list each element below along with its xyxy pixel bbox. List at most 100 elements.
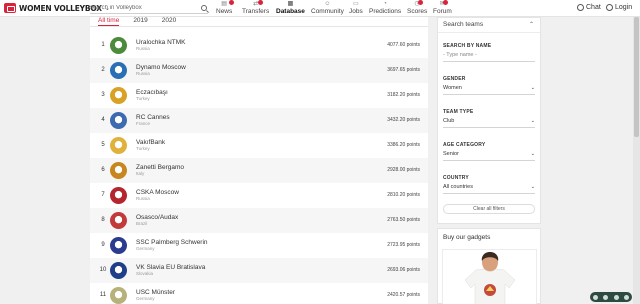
age-category-value: Senior [443,151,459,157]
team-name[interactable]: Eczacıbaşı [136,89,168,96]
age-category-select[interactable]: Senior ⌄ [443,151,535,161]
country-select[interactable]: All countries ⌄ [443,184,535,194]
search-box[interactable] [90,3,208,14]
team-crest-icon [110,62,127,79]
chevron-down-icon: ⌄ [530,184,535,190]
table-row[interactable]: 11 USC Münster Germany 2420.57 points [90,283,428,304]
rank-number: 1 [101,42,105,48]
tab-all-time[interactable]: All time [98,17,120,26]
tab-2019[interactable]: 2019 [133,17,147,26]
nav-transfers[interactable]: ⇄ Transfers [242,0,269,15]
table-row[interactable]: 8 Osasco/Audax Brazil 2763.50 points [90,208,428,233]
filter-label-name: SEARCH BY NAME [443,43,492,49]
team-name[interactable]: SSC Palmberg Schwerin [136,239,208,246]
user-icon [606,4,613,11]
rank-number: 7 [101,192,105,198]
team-name-input[interactable]: - Type name - [443,52,535,62]
nav-forum[interactable]: ✉ Forum [433,0,452,15]
login-label: Login [615,4,633,11]
chat-label: Chat [586,4,601,11]
team-crest-icon [110,187,127,204]
table-row[interactable]: 1 Uralochka NTMK Russia 4077.60 points [90,33,428,58]
nav-jobs[interactable]: ▭ Jobs [349,1,363,15]
team-country: Germany [136,246,155,251]
table-row[interactable]: 7 CSKA Moscow Russia 2810.20 points [90,183,428,208]
team-points: 3182.20 points [387,92,420,98]
notification-dot [443,0,448,5]
team-country: Russia [136,46,150,51]
team-country: Germany [136,296,155,301]
nav-database-label: Database [276,8,305,15]
chat-button[interactable]: Chat [577,4,601,11]
page-scrollbar[interactable] [633,17,640,304]
nav-scores[interactable]: ◷ Scores [407,0,427,15]
table-row[interactable]: 10 VK Slavia EU Bratislava Slovakia 2693… [90,258,428,283]
team-name[interactable]: Uralochka NTMK [136,39,185,46]
search-teams-panel: Search teams ⌃ SEARCH BY NAME - Type nam… [437,17,541,224]
team-country: Brazil [136,221,148,226]
gender-select[interactable]: Women ⌄ [443,85,535,95]
extension-icon[interactable] [613,294,619,300]
table-row[interactable]: 3 Eczacıbaşı Turkey 3182.20 points [90,83,428,108]
chevron-down-icon: ⌄ [530,151,535,157]
chevron-up-icon[interactable]: ⌃ [529,21,534,28]
nav-community-label: Community [311,8,344,15]
tab-2020[interactable]: 2020 [162,17,176,26]
filter-label-country: COUNTRY [443,175,469,181]
rank-number: 4 [101,117,105,123]
rank-number: 9 [101,242,105,248]
rank-number: 6 [101,167,105,173]
community-icon: ☺ [324,1,331,7]
team-points: 2810.20 points [387,192,420,198]
tshirt-product-image[interactable] [442,249,537,304]
team-crest-icon [110,137,127,154]
extension-icon[interactable] [603,294,609,300]
filter-label-gender: GENDER [443,76,466,82]
ranking-panel: All time 2019 2020 1 Uralochka NTMK Russ… [90,17,428,304]
team-crest-icon [110,162,127,179]
notification-dot [229,0,234,5]
team-name[interactable]: RC Cannes [136,114,170,121]
team-name-placeholder: - Type name - [443,52,477,58]
nav-news[interactable]: ▤ News [216,0,234,15]
rank-number: 11 [99,292,107,298]
nav-predictions[interactable]: ◔ Predictions [369,1,401,15]
extension-icon[interactable] [592,294,598,300]
search-icon[interactable] [201,5,207,11]
team-points: 2723.95 points [387,242,420,248]
clear-filters-button[interactable]: Clear all filters [443,204,535,214]
login-button[interactable]: Login [606,4,632,11]
extension-icon[interactable] [624,294,630,300]
table-row[interactable]: 2 Dynamo Moscow Russia 3697.65 points [90,58,428,83]
team-name[interactable]: Zanetti Bergamo [136,164,184,171]
period-tabs: All time 2019 2020 [90,17,182,26]
top-navigation-bar: WOMEN VOLLEYBOX ⌄ ▤ News ⇄ Transfers ▦ D… [0,0,640,17]
team-name[interactable]: VakıfBank [136,139,165,146]
gadgets-title: Buy our gadgets [443,234,491,241]
team-crest-icon [110,112,127,129]
table-row[interactable]: 4 RC Cannes France 3432.20 points [90,108,428,133]
search-input[interactable] [90,5,208,11]
team-name[interactable]: USC Münster [136,289,175,296]
browser-extension-toolbar[interactable] [590,292,632,302]
team-type-value: Club [443,118,455,124]
nav-community[interactable]: ☺ Community [311,1,344,15]
nav-database[interactable]: ▦ Database [276,1,305,15]
rank-number: 3 [101,92,105,98]
rank-number: 2 [101,67,105,73]
divider [438,32,540,33]
team-name[interactable]: Dynamo Moscow [136,64,186,71]
team-name[interactable]: Osasco/Audax [136,214,178,221]
nav-forum-label: Forum [433,8,452,15]
team-name[interactable]: CSKA Moscow [136,189,179,196]
nav-news-label: News [216,8,233,15]
tshirt-illustration [464,252,516,304]
team-type-select[interactable]: Club ⌄ [443,118,535,128]
table-row[interactable]: 5 VakıfBank Turkey 3386.20 points [90,133,428,158]
scrollbar-thumb[interactable] [634,17,639,137]
table-row[interactable]: 6 Zanetti Bergamo Italy 2928.00 points [90,158,428,183]
table-row[interactable]: 9 SSC Palmberg Schwerin Germany 2723.95 … [90,233,428,258]
team-name[interactable]: VK Slavia EU Bratislava [136,264,205,271]
team-crest-icon [110,237,127,254]
gender-value: Women [443,85,462,91]
